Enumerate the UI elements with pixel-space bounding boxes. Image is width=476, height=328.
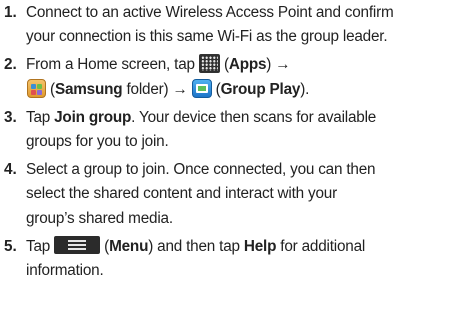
step-text-line: (Samsung folder) → (Group Play). (26, 78, 476, 102)
step-text-line: your connection is this same Wi-Fi as th… (26, 28, 388, 46)
step-text: From a Home screen, tap (26, 56, 199, 74)
apps-grid-icon (198, 54, 220, 74)
step-text: Tap (26, 237, 55, 255)
step-text-line: Connect to an active Wireless Access Poi… (26, 4, 394, 21)
step-2: 2. From a Home screen, tap (Apps) → (Sam… (0, 53, 476, 101)
step-text-line: groups for you to join. (26, 132, 169, 150)
step-3: 3. Tap Join group. Your device then scan… (0, 106, 476, 154)
step-text-line: From a Home screen, tap (Apps) → (26, 53, 476, 77)
step-text: . Your device then scans for available (131, 108, 377, 126)
step-text: ( (100, 237, 110, 255)
join-group-label: Join group (54, 108, 132, 126)
step-text: folder) → (122, 80, 192, 98)
step-text-line: group’s shared media. (26, 209, 173, 227)
instruction-steps: 1. Connect to an active Wireless Access … (0, 1, 476, 283)
step-text: ) and then tap (148, 237, 244, 255)
step-text: ( (211, 80, 221, 98)
step-5: 5. Tap (Menu) and then tap Help for addi… (0, 235, 476, 283)
menu-label: Menu (109, 237, 149, 255)
step-number: 3. (4, 108, 17, 126)
samsung-label: Samsung (54, 80, 123, 98)
step-text: ). (300, 80, 310, 98)
menu-key-icon (54, 235, 101, 254)
step-text: for additional (276, 237, 366, 255)
step-text: Tap (26, 108, 55, 126)
step-text-line: select the shared content and interact w… (26, 185, 337, 203)
apps-label: Apps (228, 56, 267, 74)
step-number: 1. (4, 4, 17, 21)
group-play-icon (191, 78, 212, 98)
step-4: 4. Select a group to join. Once connecte… (0, 158, 476, 231)
help-label: Help (243, 237, 277, 255)
step-number: 5. (4, 237, 17, 255)
step-number: 4. (4, 161, 17, 179)
samsung-folder-icon (27, 78, 46, 98)
step-text-line: Select a group to join. Once connected, … (26, 161, 376, 179)
step-text-line: information. (26, 261, 104, 279)
step-number: 2. (4, 56, 17, 74)
step-text: ( (46, 80, 55, 98)
step-1: 1. Connect to an active Wireless Access … (0, 1, 476, 49)
step-text-line: Tap Join group. Your device then scans f… (26, 106, 476, 130)
step-text: ( (219, 56, 229, 74)
step-text: ) → (266, 56, 291, 74)
group-play-label: Group Play (220, 80, 301, 98)
step-text-line: Tap (Menu) and then tap Help for additio… (26, 235, 476, 259)
